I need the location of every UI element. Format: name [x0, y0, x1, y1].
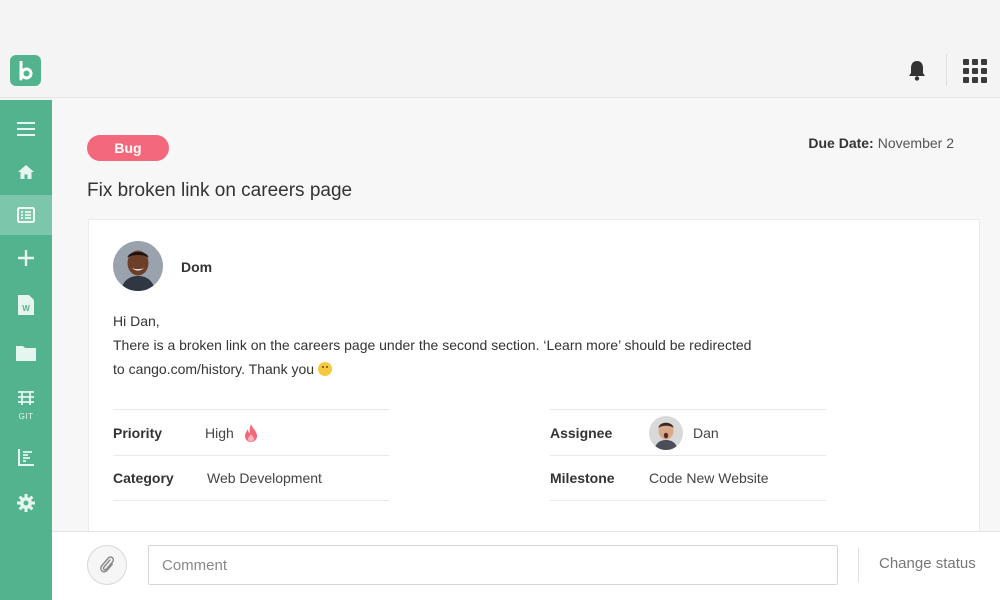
top-bar — [0, 0, 1000, 98]
sidebar: W GIT — [0, 100, 52, 600]
top-divider — [946, 54, 947, 86]
comment-input[interactable] — [148, 545, 838, 585]
list-icon[interactable] — [0, 195, 52, 235]
svg-text:W: W — [22, 304, 30, 313]
due-date-value: November 2 — [877, 135, 954, 151]
task-type-badge[interactable]: Bug — [87, 135, 169, 161]
bell-icon[interactable] — [905, 57, 929, 83]
due-date-label: Due Date: — [808, 135, 874, 151]
change-status-button[interactable]: Change status — [879, 555, 976, 572]
grid-icon[interactable] — [963, 59, 987, 83]
document-icon[interactable]: W — [0, 285, 52, 325]
category-value[interactable]: Web Development — [207, 470, 322, 486]
smile-emoji-icon — [318, 362, 333, 376]
folder-icon[interactable] — [0, 333, 52, 373]
comment-line-2: to cango.com/history. Thank you — [113, 361, 315, 377]
footer-divider — [858, 548, 859, 582]
git-label: GIT — [18, 412, 34, 421]
assignee-label: Assignee — [550, 424, 613, 441]
comment-line-1: There is a broken link on the careers pa… — [113, 337, 752, 353]
category-label: Category — [113, 470, 174, 486]
comment-message: Hi Dan, There is a broken link on the ca… — [113, 309, 793, 381]
milestone-value[interactable]: Code New Website — [649, 470, 769, 486]
chart-icon[interactable] — [0, 437, 52, 477]
app-logo-icon[interactable] — [10, 55, 41, 86]
category-row: Category Web Development — [113, 455, 389, 501]
home-icon[interactable] — [0, 152, 52, 192]
priority-value[interactable]: High — [205, 425, 234, 441]
assignee-value[interactable]: Dan — [693, 425, 719, 441]
priority-row: Priority High — [113, 409, 389, 455]
assignee-row: Assignee Dan — [550, 409, 826, 455]
assignee-avatar — [649, 415, 683, 450]
fire-icon — [244, 423, 258, 443]
comment-author: Dom — [181, 259, 213, 275]
priority-label: Priority — [113, 424, 163, 441]
comment-greeting: Hi Dan, — [113, 313, 160, 329]
menu-icon[interactable] — [0, 109, 52, 149]
due-date: Due Date: November 2 — [808, 135, 954, 151]
gear-icon[interactable] — [0, 483, 52, 523]
milestone-label: Milestone — [550, 470, 615, 486]
milestone-row: Milestone Code New Website — [550, 455, 826, 501]
author-avatar — [113, 241, 163, 291]
task-title: Fix broken link on careers page — [87, 180, 353, 201]
comment-line-2-wrap: to cango.com/history. Thank you — [113, 357, 793, 381]
plus-icon[interactable] — [0, 238, 52, 278]
paperclip-icon[interactable] — [87, 545, 127, 585]
